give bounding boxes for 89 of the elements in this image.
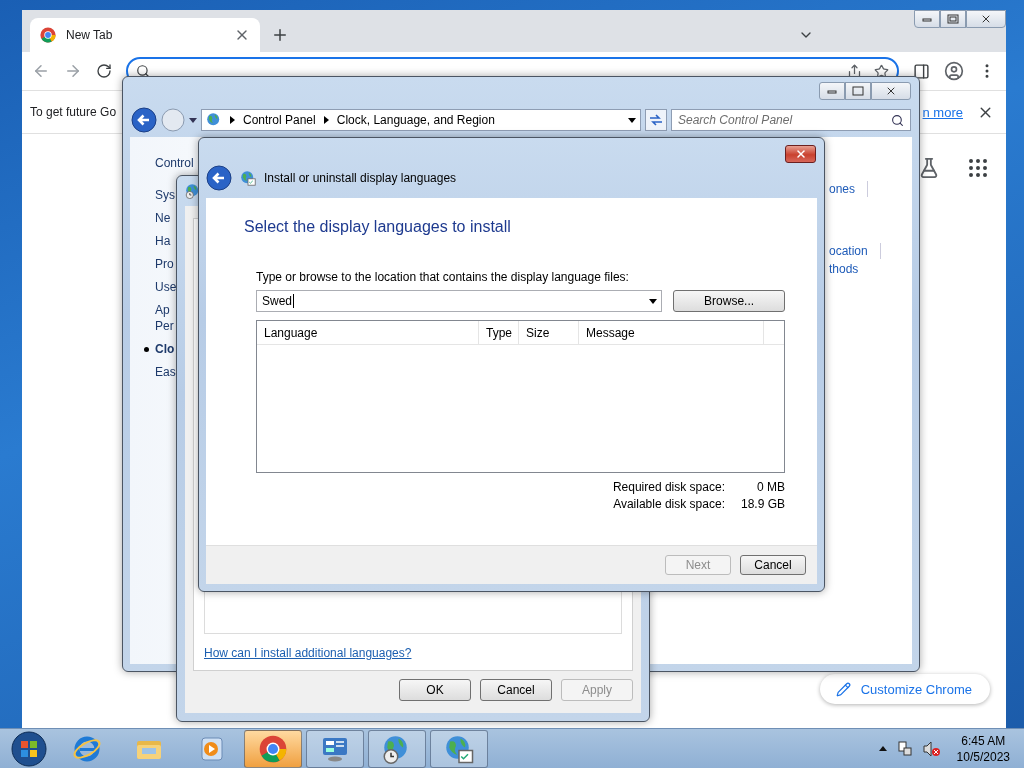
back-button[interactable]: [206, 165, 232, 191]
search-placeholder: Search Control Panel: [678, 113, 793, 127]
column-header[interactable]: Size: [519, 321, 579, 344]
refresh-icon: [649, 114, 663, 126]
dialog-button[interactable]: Cancel: [740, 555, 806, 575]
customize-chrome-button[interactable]: Customize Chrome: [819, 674, 990, 704]
disk-label: Available disk space:: [612, 497, 725, 511]
task-link[interactable]: thods: [829, 261, 859, 277]
minimize-icon: [922, 16, 932, 22]
dropdown-icon[interactable]: [649, 298, 658, 304]
disk-label: Required disk space:: [612, 480, 725, 494]
sidebar-item[interactable]: Ha: [155, 233, 171, 249]
infobar-text: To get future Go: [30, 105, 117, 119]
sidebar-item[interactable]: Ap Per: [155, 302, 174, 334]
dropdown-icon[interactable]: [628, 117, 636, 123]
clock-time: 6:45 AM: [961, 732, 1006, 749]
address-bar[interactable]: Control Panel Clock, Language, and Region: [201, 109, 641, 131]
breadcrumb-item[interactable]: Clock, Language, and Region: [336, 113, 495, 127]
task-link[interactable]: ones: [829, 181, 856, 197]
star-icon[interactable]: [874, 63, 889, 79]
minimize-icon: [827, 88, 837, 94]
learn-more-link[interactable]: n more: [922, 104, 963, 120]
column-header[interactable]: Message: [579, 321, 764, 344]
sidebar-item[interactable]: Pro: [155, 256, 174, 272]
search-icon: [891, 113, 904, 127]
plus-icon: [271, 26, 289, 44]
chrome-logo-icon: [40, 27, 56, 43]
close-icon: [794, 148, 807, 160]
clock-date: 10/5/2023: [956, 748, 1010, 765]
network-icon[interactable]: [896, 740, 913, 757]
sidebar-item[interactable]: Sys: [155, 187, 175, 203]
back-button[interactable]: [131, 107, 157, 133]
restore-icon: [947, 14, 959, 24]
side-panel-icon[interactable]: [913, 62, 930, 80]
history-dropdown-icon[interactable]: [189, 117, 197, 123]
globe-clock-icon: [185, 183, 201, 199]
breadcrumb-item[interactable]: Control Panel: [243, 113, 316, 127]
pencil-icon: [835, 681, 851, 697]
dialog-button[interactable]: Cancel: [480, 679, 552, 701]
field-value: Swed: [262, 294, 293, 308]
text-cursor: [293, 294, 295, 308]
speaker-muted-icon[interactable]: [922, 740, 941, 757]
apps-grid-icon[interactable]: [966, 156, 990, 180]
disk-value: 0 MB: [756, 480, 785, 494]
sidebar-item[interactable]: Clo: [155, 341, 175, 357]
flask-icon[interactable]: [918, 156, 940, 180]
back-icon[interactable]: [32, 62, 50, 80]
help-link[interactable]: How can I install additional languages?: [204, 646, 622, 660]
share-icon[interactable]: [847, 63, 862, 79]
column-header[interactable]: Language: [257, 321, 479, 344]
globe-icon: [206, 112, 222, 128]
heading: Select the display languages to install: [244, 218, 512, 236]
task-link[interactable]: ocation: [829, 243, 868, 259]
browser-tab[interactable]: New Tab: [30, 18, 260, 52]
dialog-title: Install or uninstall display languages: [264, 171, 457, 185]
sidebar-item[interactable]: Use: [155, 279, 177, 295]
arrow-right-icon: [230, 116, 235, 124]
close-button[interactable]: [785, 145, 816, 163]
taskbar-button[interactable]: [306, 729, 364, 768]
sidebar-item[interactable]: Eas: [155, 364, 176, 380]
search-field[interactable]: Search Control Panel: [671, 109, 911, 131]
maximize-button[interactable]: [940, 10, 966, 28]
location-field[interactable]: Swed: [256, 290, 663, 312]
column-header[interactable]: Type: [479, 321, 519, 344]
browse-button[interactable]: Browse...: [673, 290, 785, 312]
search-icon: [136, 64, 150, 78]
sidebar-title: Control: [155, 155, 195, 171]
close-icon: [885, 85, 897, 97]
disk-value: 18.9 GB: [740, 497, 785, 511]
sidebar-item[interactable]: Ne: [155, 210, 171, 226]
maximize-icon: [852, 86, 864, 96]
taskbar-button[interactable]: [430, 729, 488, 768]
maximize-button[interactable]: [845, 82, 871, 100]
minimize-button[interactable]: [914, 10, 940, 28]
profile-icon[interactable]: [944, 61, 964, 81]
refresh-button[interactable]: [645, 109, 667, 131]
globe-checklist-icon: [240, 170, 256, 186]
tab-title: New Tab: [66, 28, 114, 42]
taskbar-button[interactable]: [244, 729, 302, 768]
dialog-button[interactable]: OK: [399, 679, 471, 701]
forward-icon[interactable]: [64, 62, 82, 80]
reload-icon[interactable]: [96, 63, 112, 79]
globe-checklist-icon: [444, 733, 474, 764]
field-label: Type or browse to the location that contains the display language files:: [256, 270, 630, 284]
arrow-right-icon: [323, 116, 329, 124]
taskbar-button[interactable]: [368, 729, 426, 768]
show-hidden-icons-icon[interactable]: [878, 746, 887, 751]
close-icon: [980, 13, 992, 25]
chrome-icon: [259, 734, 287, 763]
